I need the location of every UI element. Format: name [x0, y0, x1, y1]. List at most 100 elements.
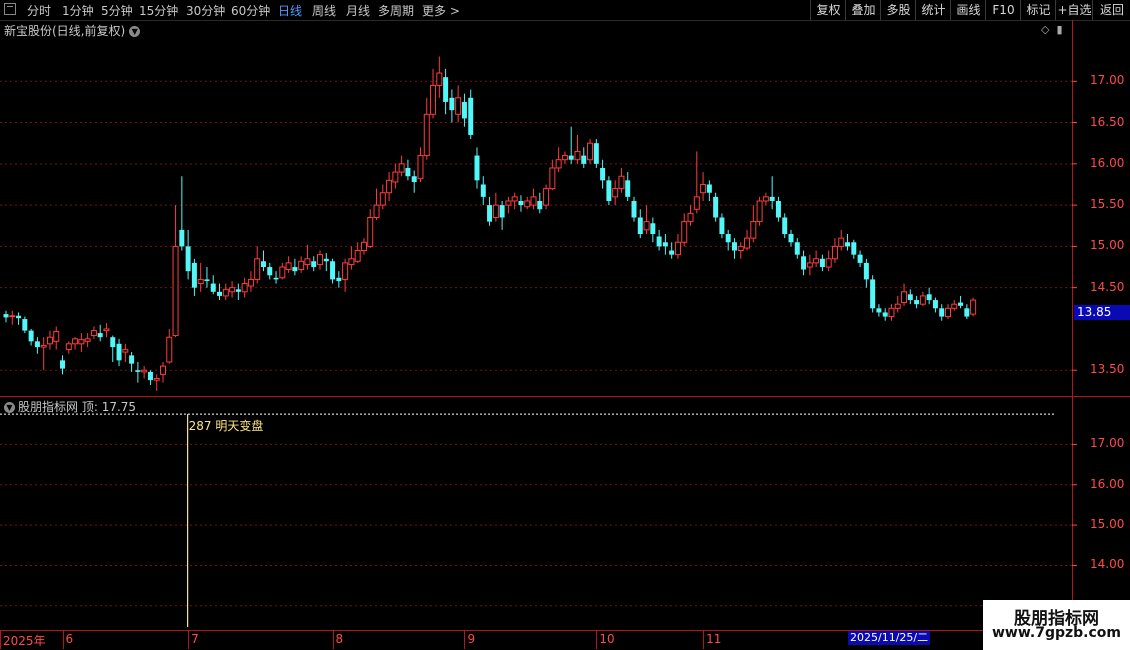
candle [40, 337, 47, 371]
date-label-5: 10 [599, 632, 615, 646]
candle [681, 213, 688, 247]
candle [951, 300, 958, 311]
candle-body [511, 196, 518, 202]
candle [116, 338, 122, 367]
indicator-top-label: 顶: 17.75 [81, 400, 137, 414]
candle-body [373, 204, 380, 218]
candle [801, 250, 807, 276]
candle-body [78, 339, 85, 345]
candle-body [625, 180, 631, 197]
candle-body [191, 262, 197, 288]
candle-body [756, 200, 763, 223]
candle [700, 172, 707, 201]
candle [958, 295, 964, 309]
candle-body [939, 308, 945, 317]
candle-body [323, 258, 329, 262]
candle-body [549, 167, 556, 190]
candle-body [292, 267, 298, 272]
candle [455, 85, 462, 123]
candle [379, 184, 386, 210]
candle-body [116, 343, 122, 361]
candle [568, 126, 574, 164]
candle-body [687, 212, 694, 223]
ind-y-tick-label-0: 17.00 [1090, 436, 1125, 451]
candle-body [587, 142, 594, 161]
candle-body [801, 256, 807, 270]
candle [411, 170, 417, 193]
cursor-date-label: 2025/11/25/二 [848, 631, 931, 645]
candle [511, 192, 518, 210]
candle-body [876, 308, 882, 313]
candle [870, 275, 876, 313]
candle-body [713, 196, 719, 218]
candle [919, 291, 926, 306]
candle [587, 139, 594, 164]
candle-body [656, 236, 662, 247]
candle [845, 234, 851, 251]
candle [876, 304, 882, 317]
chevron-down-icon[interactable]: ▼ [4, 402, 15, 413]
candle [625, 172, 631, 201]
candle [914, 295, 920, 309]
candle [719, 213, 725, 239]
candle-body [681, 221, 688, 243]
candle-body [398, 163, 405, 173]
candle [53, 326, 60, 350]
candle [662, 234, 668, 255]
candle-body [581, 155, 587, 164]
candle [247, 271, 254, 292]
main-y-tick-label-2: 16.00 [1090, 155, 1125, 170]
main-y-tick-label-6: 13.50 [1090, 362, 1125, 377]
candle-body [505, 200, 512, 206]
candle [367, 209, 374, 249]
candle-body [894, 303, 901, 309]
ind-y-tick-label-1: 16.00 [1090, 476, 1125, 491]
candle-body [311, 261, 317, 268]
candle-body [129, 355, 135, 364]
candle [650, 217, 656, 243]
candle-body [782, 217, 788, 235]
date-label-2: 7 [191, 632, 199, 646]
candle [574, 134, 581, 164]
candle [197, 262, 204, 292]
chart-canvas[interactable] [0, 0, 1130, 650]
candle [932, 297, 938, 313]
candle [806, 254, 813, 276]
candle-body [97, 333, 103, 338]
date-label-6: 11 [706, 632, 722, 646]
candle [46, 330, 53, 350]
candle-body [392, 171, 399, 183]
candle-body [914, 300, 920, 305]
candle-body [919, 295, 926, 305]
candle-body [443, 77, 449, 102]
candle-body [737, 245, 744, 252]
candle-body [693, 196, 700, 210]
candle [530, 188, 537, 210]
main-y-tick-label-3: 15.50 [1090, 197, 1125, 212]
candle-body [217, 291, 223, 296]
candle [674, 234, 681, 259]
candle [28, 328, 34, 346]
candle-body [825, 258, 832, 268]
watermark: 股朋指标网 www.7gpzb.com [983, 600, 1130, 650]
candle [430, 68, 437, 119]
grid-lines [0, 20, 1130, 631]
candle [474, 147, 480, 189]
candle-body [360, 241, 367, 252]
candle [292, 258, 298, 276]
candle [191, 258, 197, 296]
candle [631, 196, 637, 222]
candle-body [958, 302, 964, 306]
candle [166, 328, 173, 364]
candle [129, 352, 135, 372]
candle [492, 192, 499, 222]
candle [618, 167, 625, 193]
candle-body [204, 279, 210, 282]
candle-body [247, 278, 254, 287]
candle [348, 246, 355, 270]
candle-body [16, 315, 22, 319]
candle [756, 196, 763, 226]
main-y-tick-label-5: 14.50 [1090, 279, 1125, 294]
date-tick [596, 631, 598, 649]
candle [762, 192, 769, 206]
